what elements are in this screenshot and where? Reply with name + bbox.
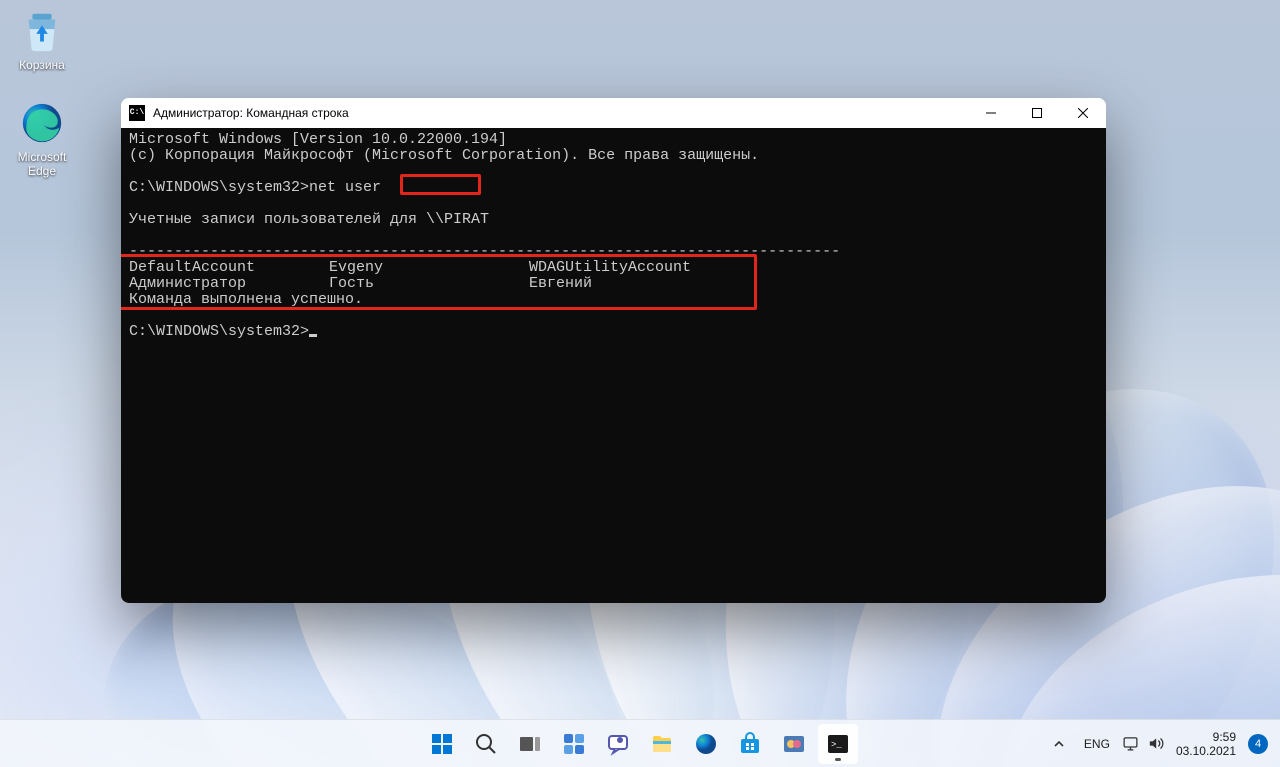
network-icon [1122,735,1139,752]
taskbar: >_ ENG 9:59 03.10.2021 4 [0,719,1280,767]
window-title: Администратор: Командная строка [153,106,349,120]
volume-icon [1147,735,1164,752]
console-line: Учетные записи пользователей для \\PIRAT [129,211,489,228]
console-line: (c) Корпорация Майкрософт (Microsoft Cor… [129,147,759,164]
edge-icon [19,100,65,146]
close-button[interactable] [1060,98,1106,128]
cmd-window: C:\ Администратор: Командная строка Micr… [121,98,1106,603]
recycle-bin-icon [19,8,65,54]
widgets-button[interactable] [554,724,594,764]
console-prompt: C:\WINDOWS\system32> [129,323,309,340]
cmd-icon: C:\ [129,105,145,121]
desktop-icon-label: Корзина [4,58,80,72]
clock-date: 03.10.2021 [1176,744,1236,758]
app-button[interactable] [774,724,814,764]
system-icons[interactable] [1122,735,1164,752]
tray-overflow-button[interactable] [1046,724,1072,764]
console-line: Microsoft Windows [Version 10.0.22000.19… [129,131,507,148]
notification-badge[interactable]: 4 [1248,734,1268,754]
minimize-button[interactable] [968,98,1014,128]
cmd-button[interactable]: >_ [818,724,858,764]
svg-text:>_: >_ [831,740,842,750]
notification-count: 4 [1255,738,1261,750]
maximize-button[interactable] [1014,98,1060,128]
console-command: net user [309,179,381,196]
file-explorer-button[interactable] [642,724,682,764]
clock[interactable]: 9:59 03.10.2021 [1176,730,1236,758]
text-cursor [309,334,317,337]
console-prompt: C:\WINDOWS\system32> [129,179,309,196]
taskbar-center: >_ [422,724,858,764]
search-button[interactable] [466,724,506,764]
desktop-icon-label: Microsoft Edge [4,150,80,178]
task-view-button[interactable] [510,724,550,764]
clock-time: 9:59 [1176,730,1236,744]
store-button[interactable] [730,724,770,764]
edge-button[interactable] [686,724,726,764]
console-output[interactable]: Microsoft Windows [Version 10.0.22000.19… [121,128,1106,603]
chat-button[interactable] [598,724,638,764]
highlight-users [121,254,757,310]
titlebar[interactable]: C:\ Администратор: Командная строка [121,98,1106,128]
language-indicator[interactable]: ENG [1084,737,1110,751]
desktop-icon-edge[interactable]: Microsoft Edge [4,100,80,178]
system-tray: ENG 9:59 03.10.2021 4 [1046,724,1280,764]
highlight-command [400,174,481,195]
desktop-icon-recycle-bin[interactable]: Корзина [4,8,80,72]
start-button[interactable] [422,724,462,764]
